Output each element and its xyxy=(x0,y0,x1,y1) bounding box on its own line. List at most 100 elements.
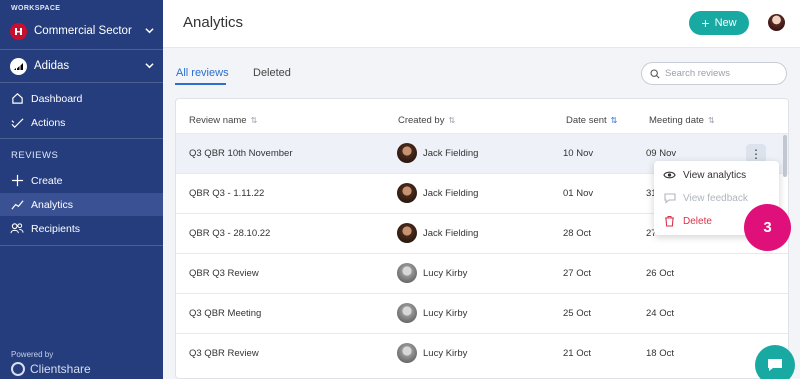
workspace-logo-icon xyxy=(10,22,27,40)
sidebar: WORKSPACE Commercial Sector Adidas Dashb… xyxy=(0,0,163,379)
creator-name: Lucy Kirby xyxy=(423,307,468,319)
sidebar-item-recipients[interactable]: Recipients xyxy=(0,217,163,240)
top-header: Analytics + New xyxy=(163,0,800,48)
tab-deleted[interactable]: Deleted xyxy=(253,67,291,79)
divider xyxy=(0,245,163,246)
meeting-date: 09 Nov xyxy=(646,148,677,159)
date-sent: 27 Oct xyxy=(563,268,591,279)
creator-name: Lucy Kirby xyxy=(423,347,468,359)
divider xyxy=(0,82,163,83)
trash-icon xyxy=(663,215,676,228)
workspace-label: WORKSPACE xyxy=(11,5,61,12)
sort-active-icon: ⇅ xyxy=(610,116,618,125)
avatar xyxy=(397,343,417,363)
meeting-date: 26 Oct xyxy=(646,268,674,279)
users-icon xyxy=(10,222,24,236)
plus-icon xyxy=(10,174,24,188)
search-icon xyxy=(650,68,660,79)
sidebar-item-actions[interactable]: Actions xyxy=(0,111,163,134)
clientshare-logo-icon xyxy=(11,362,25,376)
new-button[interactable]: + New xyxy=(689,11,749,35)
creator: Jack Fielding xyxy=(397,143,478,163)
account-name: Adidas xyxy=(34,60,70,72)
divider xyxy=(0,138,163,139)
date-sent: 28 Oct xyxy=(563,228,591,239)
chevron-down-icon xyxy=(145,63,154,69)
chat-icon xyxy=(768,359,782,371)
date-sent: 25 Oct xyxy=(563,308,591,319)
creator-name: Jack Fielding xyxy=(423,147,479,159)
avatar xyxy=(397,263,417,283)
user-avatar[interactable] xyxy=(768,14,785,31)
menu-item-view-analytics[interactable]: View analytics xyxy=(654,163,779,187)
meeting-date: 24 Oct xyxy=(646,308,674,319)
creator: Lucy Kirby xyxy=(397,343,467,363)
creator: Lucy Kirby xyxy=(397,303,467,323)
sidebar-item-dashboard[interactable]: Dashboard xyxy=(0,87,163,110)
chevron-down-icon xyxy=(145,28,154,34)
review-name: QBR Q3 - 28.10.22 xyxy=(189,228,271,239)
table-row[interactable]: QBR Q3 Review Lucy Kirby 27 Oct 26 Oct xyxy=(176,253,788,293)
chat-launcher-button[interactable] xyxy=(755,345,795,379)
page-title: Analytics xyxy=(183,14,244,31)
tab-all-reviews[interactable]: All reviews xyxy=(176,67,229,79)
reviews-section-label: REVIEWS xyxy=(11,150,59,161)
account-selector[interactable]: Adidas xyxy=(0,50,163,82)
creator-name: Jack Fielding xyxy=(423,187,479,199)
plus-icon: + xyxy=(701,15,710,31)
date-sent: 01 Nov xyxy=(563,188,594,199)
review-name: Q3 QBR Meeting xyxy=(189,308,262,319)
sidebar-item-analytics[interactable]: Analytics xyxy=(0,193,163,216)
powered-by-label: Powered by xyxy=(11,350,54,359)
reviews-table: Review name ⇅ Created by ⇅ Date sent ⇅ Meet… xyxy=(175,98,789,379)
column-header-label: Review name xyxy=(189,115,247,126)
sort-icon: ⇅ xyxy=(250,116,258,125)
avatar xyxy=(397,143,417,163)
adidas-logo-icon xyxy=(10,57,27,75)
checkmark-icon xyxy=(10,116,24,130)
table-row[interactable]: Q3 QBR Review Lucy Kirby 21 Oct 18 Oct xyxy=(176,333,788,373)
brand-logo: Clientshare xyxy=(11,362,91,376)
sidebar-item-create[interactable]: Create xyxy=(0,169,163,192)
workspace-selector[interactable]: Commercial Sector xyxy=(0,15,163,47)
table-row[interactable]: Q3 QBR Meeting Lucy Kirby 25 Oct 24 Oct xyxy=(176,293,788,333)
search-input[interactable] xyxy=(665,68,775,79)
creator: Jack Fielding xyxy=(397,183,478,203)
search-box[interactable] xyxy=(641,62,787,85)
sort-icon: ⇅ xyxy=(707,116,715,125)
table-header: Review name ⇅ Created by ⇅ Date sent ⇅ Meet… xyxy=(176,99,788,135)
column-header-label: Created by xyxy=(398,115,445,126)
column-header-created-by[interactable]: Created by ⇅ xyxy=(398,115,455,126)
avatar xyxy=(397,223,417,243)
table-scrollbar[interactable] xyxy=(783,135,787,177)
column-header-label: Meeting date xyxy=(649,115,704,126)
menu-item-label: Delete xyxy=(683,215,712,227)
date-sent: 21 Oct xyxy=(563,348,591,359)
date-sent: 10 Nov xyxy=(563,148,594,159)
sidebar-item-label: Actions xyxy=(31,116,66,129)
review-name: QBR Q3 - 1.11.22 xyxy=(189,188,265,199)
creator-name: Lucy Kirby xyxy=(423,267,468,279)
sort-icon: ⇅ xyxy=(448,116,456,125)
new-button-label: New xyxy=(714,17,737,29)
sidebar-item-label: Recipients xyxy=(31,222,81,235)
step-badge: 3 xyxy=(744,204,791,251)
menu-item-label: View analytics xyxy=(683,169,747,181)
avatar xyxy=(397,183,417,203)
review-name: QBR Q3 Review xyxy=(189,268,259,279)
avatar xyxy=(397,303,417,323)
chat-bubble-icon xyxy=(663,192,676,205)
review-name: Q3 QBR Review xyxy=(189,348,259,359)
column-header-meeting-date[interactable]: Meeting date ⇅ xyxy=(649,115,715,126)
sidebar-item-label: Dashboard xyxy=(31,92,83,105)
creator-name: Jack Fielding xyxy=(423,227,479,239)
menu-item-label: View feedback xyxy=(683,192,748,204)
column-header-date-sent[interactable]: Date sent ⇅ xyxy=(566,115,617,126)
workspace-name: Commercial Sector xyxy=(34,25,132,37)
active-tab-indicator xyxy=(175,83,226,85)
creator: Lucy Kirby xyxy=(397,263,467,283)
eye-icon xyxy=(663,169,676,182)
column-header-review-name[interactable]: Review name ⇅ xyxy=(189,115,257,126)
column-header-label: Date sent xyxy=(566,115,607,126)
sidebar-item-label: Analytics xyxy=(31,198,74,211)
